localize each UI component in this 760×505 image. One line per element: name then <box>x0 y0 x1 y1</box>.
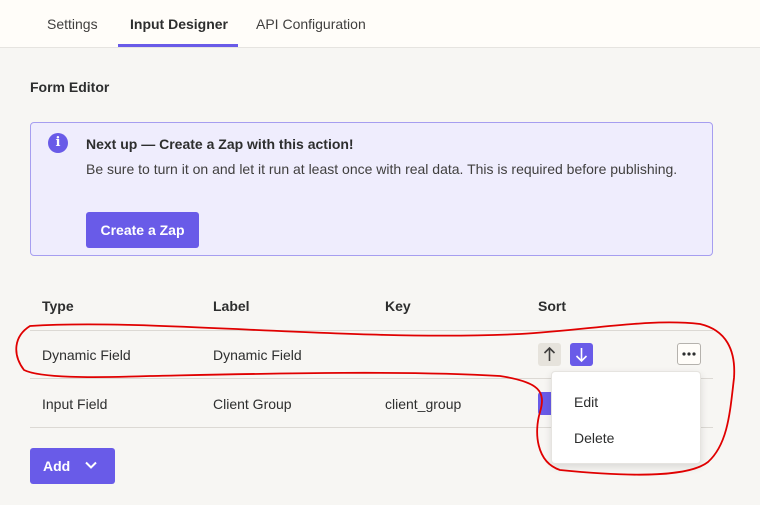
move-up-button[interactable] <box>538 343 561 366</box>
banner-text: Be sure to turn it on and let it run at … <box>86 161 678 177</box>
row-label: Client Group <box>213 396 292 412</box>
move-down-button[interactable] <box>570 343 593 366</box>
add-button[interactable]: Add <box>30 448 115 484</box>
row-type: Input Field <box>42 396 108 412</box>
active-tab-indicator <box>118 44 238 47</box>
tab-input-designer[interactable]: Input Designer <box>130 16 228 32</box>
form-editor-title: Form Editor <box>30 79 110 95</box>
add-button-label: Add <box>43 458 71 474</box>
banner-title: Next up — Create a Zap with this action! <box>86 136 354 152</box>
row-more-button[interactable] <box>677 343 701 365</box>
arrow-down-icon <box>575 348 588 363</box>
next-up-banner: i Next up — Create a Zap with this actio… <box>30 122 713 256</box>
menu-item-edit[interactable]: Edit <box>574 394 598 410</box>
menu-item-delete[interactable]: Delete <box>574 430 614 446</box>
header-key: Key <box>385 298 411 314</box>
header-divider <box>30 330 713 331</box>
tab-bar: Settings Input Designer API Configuratio… <box>0 0 760 48</box>
header-label: Label <box>213 298 250 314</box>
row-key: client_group <box>385 396 462 412</box>
arrow-up-icon <box>543 346 556 361</box>
create-zap-button[interactable]: Create a Zap <box>86 212 199 248</box>
info-icon: i <box>48 133 68 153</box>
row-type: Dynamic Field <box>42 347 131 363</box>
tab-api-configuration[interactable]: API Configuration <box>256 16 366 32</box>
row-label: Dynamic Field <box>213 347 302 363</box>
header-sort: Sort <box>538 298 566 314</box>
move-down-button[interactable] <box>538 392 552 415</box>
chevron-down-icon <box>85 461 97 469</box>
header-type: Type <box>42 298 74 314</box>
more-horizontal-icon <box>682 352 696 356</box>
tab-settings[interactable]: Settings <box>47 16 98 32</box>
row-actions-menu: Edit Delete <box>551 371 701 464</box>
